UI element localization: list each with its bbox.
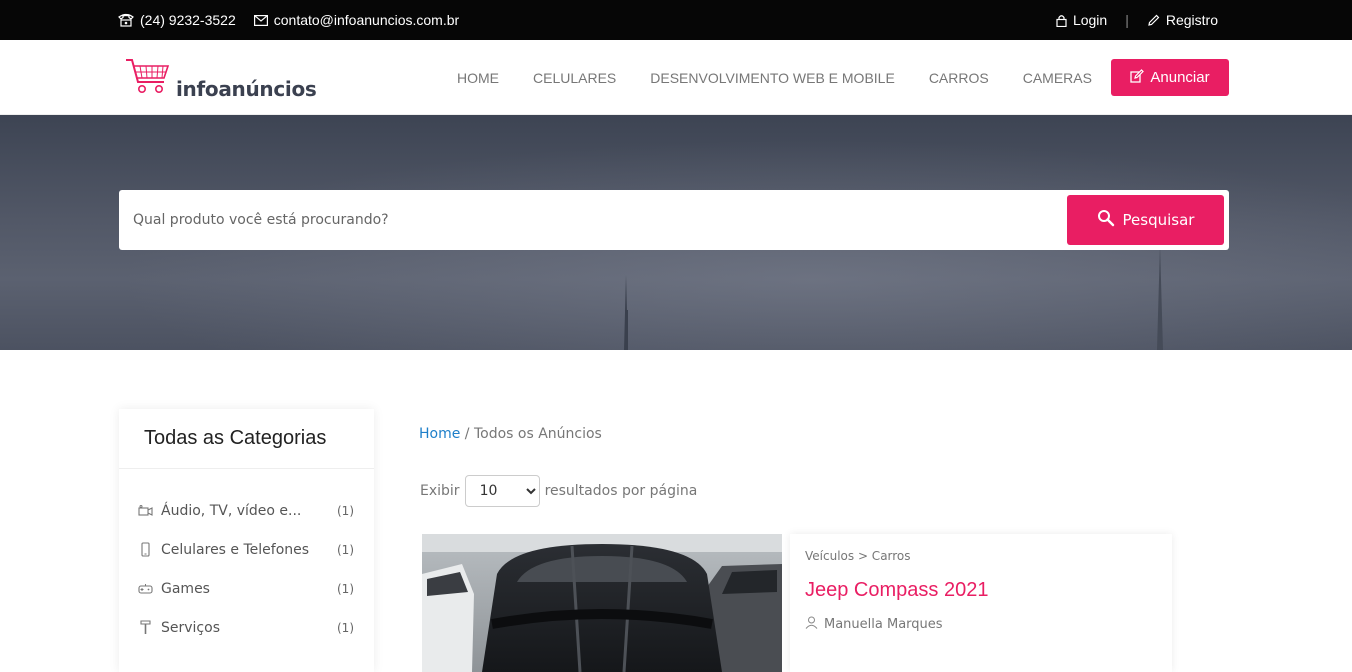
account-separator: | [1125,12,1129,28]
sidebar-title: Todas as Categorias [119,409,374,469]
breadcrumb-current: Todos os Anúncios [473,426,602,442]
phone-icon [118,13,134,27]
categories-sidebar: Todas as Categorias Áudio, TV, vídeo e..… [119,409,374,672]
category-label: Áudio, TV, vídeo e... [161,502,302,519]
search-icon [1097,209,1115,231]
ad-card: Veículos > Carros Jeep Compass 2021 Manu… [422,534,1172,672]
register-link[interactable]: Registro [1147,12,1218,28]
phone-contact[interactable]: (24) 9232-3522 [118,12,236,28]
account-links: Login | Registro [1056,0,1218,40]
lock-icon [1056,14,1067,27]
category-count: (1) [337,620,354,635]
ad-category-path[interactable]: Veículos > Carros [805,549,1157,563]
nav-celulares[interactable]: CELULARES [516,70,633,86]
ad-seller: Manuella Marques [805,616,1157,633]
car-photo [422,534,782,672]
seller-name: Manuella Marques [824,617,943,632]
breadcrumb-separator: / [464,426,470,442]
register-label: Registro [1165,12,1218,28]
category-label: Serviços [161,619,220,636]
category-label: Games [161,580,210,597]
site-header: infoanúncios HOME CELULARES DESENVOLVIME… [0,40,1352,115]
category-item-servicos[interactable]: Serviços (1) [119,608,374,647]
category-count: (1) [337,581,354,596]
anunciar-button[interactable]: Anunciar [1111,59,1229,96]
nav-desenvolvimento[interactable]: DESENVOLVIMENTO WEB E MOBILE [633,70,912,86]
perpage-suffix: resultados por página [544,483,698,499]
phone-icon [137,542,153,557]
category-item-games[interactable]: Games (1) [119,569,374,608]
search-input[interactable] [119,190,1059,250]
logo-text: infoanúncios [176,77,317,101]
results-per-page: Exibir 10 resultados por página [420,475,697,507]
phone-number: (24) 9232-3522 [140,12,236,28]
email-contact[interactable]: contato@infoanuncios.com.br [253,12,460,28]
category-item-celulares[interactable]: Celulares e Telefones (1) [119,530,374,569]
login-label: Login [1072,12,1108,28]
login-link[interactable]: Login [1056,12,1107,28]
search-box: Pesquisar [119,190,1229,250]
envelope-icon [253,14,268,26]
nav-carros[interactable]: CARROS [912,70,1006,86]
category-item-audio[interactable]: Áudio, TV, vídeo e... (1) [119,491,374,530]
user-icon [805,616,818,633]
anunciar-label: Anunciar [1150,69,1210,86]
search-button[interactable]: Pesquisar [1067,195,1224,245]
tools-icon [137,620,153,635]
edit-icon [1130,68,1145,87]
pencil-icon [1147,14,1160,27]
ad-title[interactable]: Jeep Compass 2021 [805,579,1157,602]
breadcrumb: Home / Todos os Anúncios [419,426,602,442]
nav-home[interactable]: HOME [440,70,516,86]
nav-cameras[interactable]: CAMERAS [1006,70,1109,86]
shopping-cart-icon [124,56,174,101]
breadcrumb-home[interactable]: Home [419,426,460,442]
camera-icon [137,505,153,516]
category-list: Áudio, TV, vídeo e... (1) Celulares e Te… [119,469,374,647]
category-count: (1) [337,542,354,557]
perpage-prefix: Exibir [420,483,460,499]
ad-info: Veículos > Carros Jeep Compass 2021 Manu… [790,534,1172,672]
search-button-label: Pesquisar [1122,211,1195,229]
hero-banner: Pesquisar [0,115,1352,350]
contact-info: (24) 9232-3522 contato@infoanuncios.com.… [118,0,459,40]
ad-image[interactable] [422,534,782,672]
site-logo[interactable]: infoanúncios [124,56,317,101]
top-bar: (24) 9232-3522 contato@infoanuncios.com.… [0,0,1352,40]
perpage-select[interactable]: 10 [464,475,540,507]
category-count: (1) [337,503,354,518]
email-address: contato@infoanuncios.com.br [273,12,460,28]
main-nav: HOME CELULARES DESENVOLVIMENTO WEB E MOB… [440,40,1109,115]
gamepad-icon [137,583,153,594]
category-label: Celulares e Telefones [161,541,310,558]
